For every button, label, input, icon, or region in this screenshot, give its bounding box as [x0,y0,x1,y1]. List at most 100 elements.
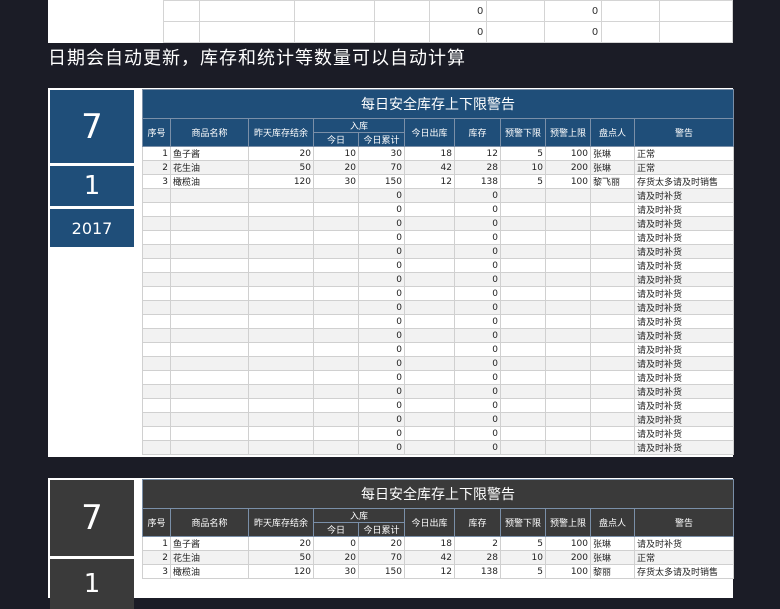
cell-inbound-total[interactable]: 0 [358,188,405,203]
cell-checker[interactable]: 张琳 [590,146,635,161]
cell-inbound-today[interactable] [313,314,359,329]
cell-lower-limit[interactable] [500,216,546,231]
cell-lower-limit[interactable] [500,384,546,399]
cell-no[interactable] [142,272,171,287]
cell-product-name[interactable] [170,202,249,217]
cell-stock[interactable]: 0 [454,300,501,315]
cell-outbound[interactable] [404,370,455,385]
cell-inbound-total[interactable]: 0 [358,412,405,427]
cell-outbound[interactable] [404,412,455,427]
cell-checker[interactable]: 黎丽 [590,564,635,579]
cell-checker[interactable] [590,342,635,357]
cell-product-name[interactable]: 花生油 [170,550,249,565]
cell-inbound-total[interactable]: 150 [358,174,405,189]
cell-yesterday-balance[interactable] [248,314,314,329]
cell-yesterday-balance[interactable] [248,202,314,217]
cell-product-name[interactable] [170,370,249,385]
cell-no[interactable] [142,244,171,259]
cell-product-name[interactable] [170,328,249,343]
cell-inbound-total[interactable]: 0 [358,258,405,273]
cell-inbound-today[interactable] [313,244,359,259]
cell-outbound[interactable]: 12 [404,564,455,579]
cell-upper-limit[interactable] [545,412,591,427]
cell-outbound[interactable] [404,188,455,203]
cell-inbound-today[interactable] [313,328,359,343]
cell-inbound-today[interactable] [313,272,359,287]
cell-product-name[interactable] [170,300,249,315]
cell-checker[interactable] [590,300,635,315]
cell-inbound-today[interactable]: 30 [313,174,359,189]
cell-product-name[interactable] [170,426,249,441]
cell-outbound[interactable] [404,342,455,357]
cell-product-name[interactable]: 橄榄油 [170,174,249,189]
cell-lower-limit[interactable] [500,300,546,315]
cell-upper-limit[interactable]: 100 [545,174,591,189]
cell-yesterday-balance[interactable]: 20 [248,536,314,551]
cell-yesterday-balance[interactable]: 20 [248,146,314,161]
cell-stock[interactable]: 0 [454,314,501,329]
cell-inbound-today[interactable] [313,356,359,371]
cell-yesterday-balance[interactable] [248,258,314,273]
cell-warning[interactable]: 存货太多请及时销售 [633,564,735,579]
cell-checker[interactable]: 张琳 [590,160,635,175]
cell-inbound-today[interactable] [313,412,359,427]
cell-outbound[interactable] [404,314,455,329]
cell-inbound-total[interactable]: 0 [358,440,405,455]
cell-stock[interactable]: 0 [454,286,501,301]
cell-upper-limit[interactable] [545,314,591,329]
cell-upper-limit[interactable]: 100 [545,536,591,551]
cell-product-name[interactable] [170,188,249,203]
cell-inbound-today[interactable] [313,342,359,357]
cell-stock[interactable]: 0 [454,230,501,245]
cell-outbound[interactable]: 12 [404,174,455,189]
cell-stock[interactable]: 28 [454,550,501,565]
cell-warning[interactable]: 请及时补货 [633,188,735,203]
cell-upper-limit[interactable]: 100 [545,146,591,161]
cell-yesterday-balance[interactable] [248,342,314,357]
cell-lower-limit[interactable]: 5 [500,174,546,189]
cell-checker[interactable] [590,328,635,343]
cell-checker[interactable]: 张琳 [590,550,635,565]
cell-upper-limit[interactable] [545,370,591,385]
cell-product-name[interactable]: 鱼子酱 [170,536,249,551]
cell-warning[interactable]: 请及时补货 [633,384,735,399]
cell-yesterday-balance[interactable] [248,426,314,441]
cell-upper-limit[interactable] [545,230,591,245]
cell-outbound[interactable] [404,230,455,245]
cell-outbound[interactable] [404,328,455,343]
cell-upper-limit[interactable] [545,258,591,273]
cell-outbound[interactable] [404,272,455,287]
cell-warning[interactable]: 正常 [633,550,735,565]
cell-upper-limit[interactable] [545,440,591,455]
cell-lower-limit[interactable] [500,440,546,455]
cell-warning[interactable]: 请及时补货 [633,536,735,551]
cell-warning[interactable]: 请及时补货 [633,356,735,371]
cell-inbound-today[interactable] [313,216,359,231]
cell-checker[interactable] [590,230,635,245]
cell-checker[interactable] [590,384,635,399]
cell-stock[interactable]: 0 [454,188,501,203]
cell-yesterday-balance[interactable] [248,300,314,315]
cell-warning[interactable]: 请及时补货 [633,202,735,217]
cell-yesterday-balance[interactable] [248,356,314,371]
cell-inbound-today[interactable]: 10 [313,146,359,161]
cell-product-name[interactable] [170,398,249,413]
cell-no[interactable] [142,384,171,399]
cell-checker[interactable] [590,412,635,427]
cell-upper-limit[interactable] [545,384,591,399]
cell-lower-limit[interactable] [500,412,546,427]
cell-warning[interactable]: 请及时补货 [633,440,735,455]
cell-checker[interactable] [590,370,635,385]
cell-stock[interactable]: 28 [454,160,501,175]
cell-inbound-total[interactable]: 0 [358,300,405,315]
cell-yesterday-balance[interactable] [248,244,314,259]
cell-inbound-today[interactable] [313,440,359,455]
cell-stock[interactable]: 138 [454,564,501,579]
cell-lower-limit[interactable] [500,370,546,385]
cell-lower-limit[interactable]: 10 [500,550,546,565]
cell-lower-limit[interactable] [500,328,546,343]
cell-product-name[interactable]: 花生油 [170,160,249,175]
cell-upper-limit[interactable] [545,398,591,413]
cell-product-name[interactable] [170,412,249,427]
cell-checker[interactable] [590,426,635,441]
